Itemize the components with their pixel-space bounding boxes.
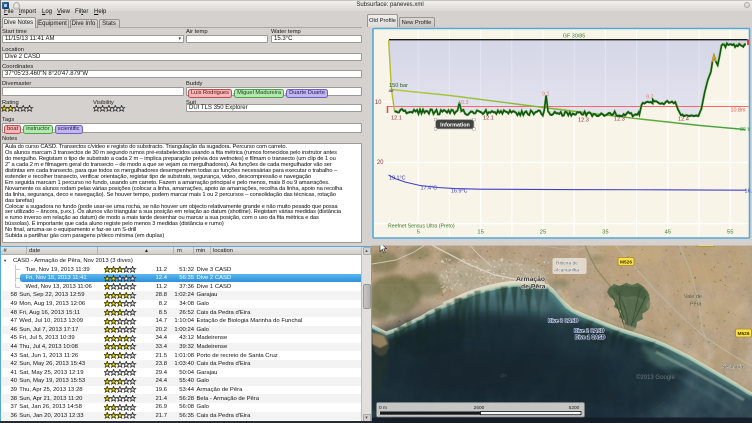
svg-text:M1287: M1287: [699, 241, 713, 246]
svg-text:©2013 Google: ©2013 Google: [636, 374, 675, 381]
svg-text:Dive 3 CASD: Dive 3 CASD: [548, 319, 579, 325]
svg-text:M526: M526: [738, 331, 750, 337]
svg-text:0 m: 0 m: [379, 405, 387, 411]
svg-text:Ribeira de: Ribeira de: [556, 261, 578, 267]
svg-text:Dive 1 CASD: Dive 1 CASD: [575, 335, 606, 341]
svg-text:M526: M526: [620, 260, 632, 266]
svg-text:de Pêra: de Pêra: [521, 284, 546, 291]
svg-text:Vale de: Vale de: [684, 294, 702, 300]
svg-text:gle: gle: [500, 373, 507, 379]
svg-text:Sesmarias: Sesmarias: [722, 365, 746, 371]
svg-text:Alcantarilha: Alcantarilha: [554, 268, 579, 274]
svg-text:Pêra: Pêra: [690, 302, 701, 308]
svg-text:2600: 2600: [474, 405, 485, 411]
svg-text:5200: 5200: [569, 405, 580, 411]
svg-text:Armação: Armação: [516, 276, 545, 283]
svg-text:Dive 2 CASD: Dive 2 CASD: [574, 329, 605, 335]
